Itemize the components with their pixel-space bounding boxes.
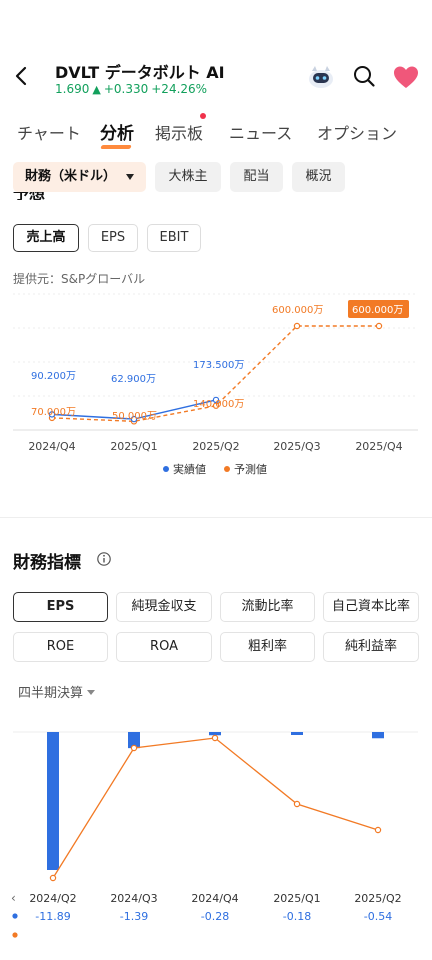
forecast-point bbox=[375, 322, 383, 330]
legend-forecast-dot bbox=[224, 466, 230, 472]
metric-tab-ebit[interactable]: EBIT bbox=[147, 224, 201, 252]
stock-quote: 1.690 ▲ +0.330 +24.26% bbox=[55, 82, 210, 96]
main-tabs: チャート 分析 掲示板 ニュース オプション bbox=[0, 112, 432, 152]
x-tick-label: 2024/Q4 bbox=[28, 440, 75, 453]
tab-board[interactable]: 掲示板 bbox=[155, 120, 203, 144]
up-arrow-icon: ▲ bbox=[92, 83, 101, 96]
section-title-cut: 予想 bbox=[13, 192, 53, 200]
search-icon[interactable] bbox=[352, 64, 376, 88]
metric-tab-eps[interactable]: EPS bbox=[88, 224, 138, 252]
row-ratio-dot bbox=[12, 932, 18, 938]
chip-financials-label: 財務（米ドル） bbox=[25, 169, 117, 184]
info-icon[interactable] bbox=[96, 551, 112, 567]
metric-tab-revenue[interactable]: 売上高 bbox=[13, 224, 79, 252]
eps-bar bbox=[47, 732, 59, 870]
period-label: 四半期決算 bbox=[18, 686, 84, 701]
tab-news[interactable]: ニュース bbox=[229, 120, 292, 144]
tab-options[interactable]: オプション bbox=[317, 120, 397, 144]
eps-ratio-label: -99.94% bbox=[111, 929, 157, 942]
x-tick-label: 2025/Q1 bbox=[110, 440, 157, 453]
eps-bar bbox=[291, 732, 303, 735]
eps-value-label: -0.28 bbox=[201, 910, 229, 923]
stock-price: 1.690 bbox=[55, 82, 90, 96]
eps-x-tick-label: 2025/Q2 bbox=[354, 892, 401, 905]
eps-ratio-label: -97.49% bbox=[30, 929, 76, 942]
forecast-highlight-label: 600.000万 bbox=[352, 305, 403, 316]
eps-x-tick-label: 2024/Q4 bbox=[191, 892, 238, 905]
eps-ratio-label: -94.44% bbox=[274, 929, 320, 942]
data-provider: 提供元：S&Pグローバル bbox=[13, 272, 146, 286]
eps-ratio-label: -99.51% bbox=[192, 929, 238, 942]
section-divider bbox=[0, 517, 432, 518]
chip-overview[interactable]: 概況 bbox=[292, 162, 345, 192]
forecast-data-label: 70.000万 bbox=[31, 407, 76, 418]
eps-bar bbox=[209, 732, 221, 736]
stock-header: DVLT データボルト AI 1.690 ▲ +0.330 +24.26% bbox=[0, 56, 432, 104]
actual-data-label: 62.900万 bbox=[111, 374, 156, 385]
eps-bar bbox=[372, 732, 384, 739]
chip-financials-dropdown[interactable]: 財務（米ドル） bbox=[13, 162, 146, 192]
actual-data-label: 90.200万 bbox=[31, 371, 76, 382]
eps-value-label: -0.54 bbox=[364, 910, 392, 923]
eps-chart: 2024/Q2 2024/Q3 2024/Q4 2025/Q1 2025/Q2 -11.… bbox=[11, 731, 418, 942]
indicator-roa[interactable]: ROA bbox=[116, 632, 212, 662]
forecast-data-label: 600.000万 bbox=[272, 305, 323, 316]
eps-ratio-label: -95.4% bbox=[359, 929, 398, 942]
caret-down-icon bbox=[87, 690, 96, 695]
legend-actual-label: 実績値 bbox=[173, 462, 206, 476]
tab-analysis[interactable]: 分析 bbox=[100, 119, 134, 144]
row-actual-dot bbox=[12, 913, 18, 919]
chip-dividends[interactable]: 配当 bbox=[230, 162, 283, 192]
scroll-left-icon[interactable]: ‹ bbox=[11, 891, 16, 905]
stock-change: +0.330 bbox=[103, 82, 149, 96]
caret-down-icon bbox=[126, 174, 134, 180]
chip-major-shareholders[interactable]: 大株主 bbox=[155, 162, 221, 192]
eps-x-tick-label: 2024/Q3 bbox=[110, 892, 157, 905]
legend-forecast-label: 予測値 bbox=[234, 462, 267, 476]
x-tick-label: 2025/Q3 bbox=[273, 440, 320, 453]
indicator-equity-ratio[interactable]: 自己資本比率 bbox=[323, 592, 419, 622]
x-tick-label: 2025/Q2 bbox=[192, 440, 239, 453]
eps-x-tick-label: 2024/Q2 bbox=[29, 892, 76, 905]
indicator-current-ratio[interactable]: 流動比率 bbox=[220, 592, 315, 622]
period-selector[interactable]: 四半期決算 bbox=[18, 682, 96, 701]
eps-value-label: -1.39 bbox=[120, 910, 148, 923]
eps-value-label: -0.18 bbox=[283, 910, 311, 923]
financial-indicators-title: 財務指標 bbox=[13, 553, 81, 573]
eps-value-label: -11.89 bbox=[35, 910, 70, 923]
eps-ratio-line bbox=[52, 737, 379, 879]
stock-title: DVLT データボルト AI bbox=[55, 63, 225, 82]
notification-dot bbox=[200, 113, 206, 119]
active-tab-indicator bbox=[100, 145, 132, 149]
ai-robot-icon[interactable] bbox=[306, 62, 336, 90]
eps-ratio-point bbox=[374, 826, 382, 834]
indicator-gross-margin[interactable]: 粗利率 bbox=[220, 632, 315, 662]
eps-ratio-point bbox=[49, 874, 57, 882]
indicator-net-margin[interactable]: 純利益率 bbox=[323, 632, 419, 662]
stock-change-pct: +24.26% bbox=[151, 82, 208, 96]
legend-actual-dot bbox=[163, 466, 169, 472]
indicator-roe[interactable]: ROE bbox=[13, 632, 108, 662]
indicator-eps[interactable]: EPS bbox=[13, 592, 108, 622]
favorite-heart-icon[interactable] bbox=[392, 64, 420, 90]
indicator-net-cash-flow[interactable]: 純現金収支 bbox=[116, 592, 212, 622]
forecast-point bbox=[293, 322, 301, 330]
x-tick-label: 2025/Q4 bbox=[355, 440, 402, 453]
eps-ratio-point bbox=[211, 734, 219, 742]
eps-x-tick-label: 2025/Q1 bbox=[273, 892, 320, 905]
eps-ratio-point bbox=[130, 744, 138, 752]
actual-data-label: 173.500万 bbox=[193, 360, 244, 371]
forecast-data-label: 140.000万 bbox=[193, 399, 244, 410]
forecast-chart: 90.200万 62.900万 173.500万 70.000万 50.000万 140.… bbox=[13, 293, 418, 476]
forecast-data-label: 50.000万 bbox=[112, 411, 157, 422]
eps-ratio-point bbox=[293, 800, 301, 808]
back-arrow-icon[interactable] bbox=[10, 62, 34, 90]
forecast-legend: 実績値 予測値 bbox=[163, 462, 267, 476]
tab-chart[interactable]: チャート bbox=[17, 120, 81, 144]
